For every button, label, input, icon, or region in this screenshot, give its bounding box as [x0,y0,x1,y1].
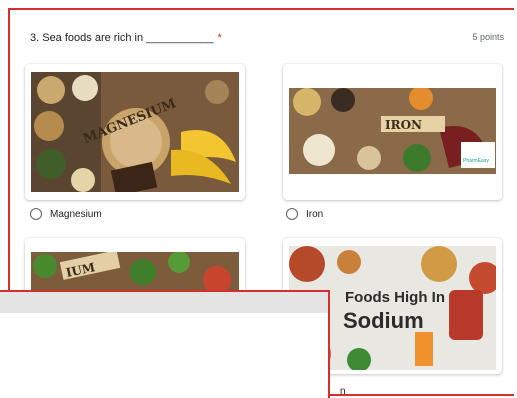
option-iron-label: Iron [306,208,324,220]
option-iron-card[interactable]: IRON PharmEasy [283,64,502,200]
question-title: 3. Sea foods are rich in ___________ * [30,32,222,44]
option-magnesium-label: Magnesium [50,208,102,220]
iron-word-blocks: IRON [385,118,422,132]
magnesium-image: MAGNESIUM [31,72,239,192]
radio-iron[interactable] [286,208,298,220]
radio-magnesium[interactable] [30,208,42,220]
option-magnesium-card[interactable]: MAGNESIUM [25,64,245,200]
sodium-title-line1: Foods High In [345,289,445,306]
question-text: 3. Sea foods are rich in ___________ [30,32,214,44]
option-sodium-label-partial: n [340,386,346,397]
question-points: 5 points [472,32,504,42]
option-iron[interactable]: Iron [286,208,323,220]
required-asterisk: * [217,32,222,44]
option-magnesium[interactable]: Magnesium [30,208,102,220]
option-3-card[interactable]: IUM [25,238,245,298]
sodium-title-line2: Sodium [343,308,424,333]
iron-image: IRON PharmEasy [289,88,496,174]
pharmeasy-logo-text: PharmEasy [463,158,489,164]
overlay-panel [0,290,330,398]
overlay-header-bar [0,292,328,313]
